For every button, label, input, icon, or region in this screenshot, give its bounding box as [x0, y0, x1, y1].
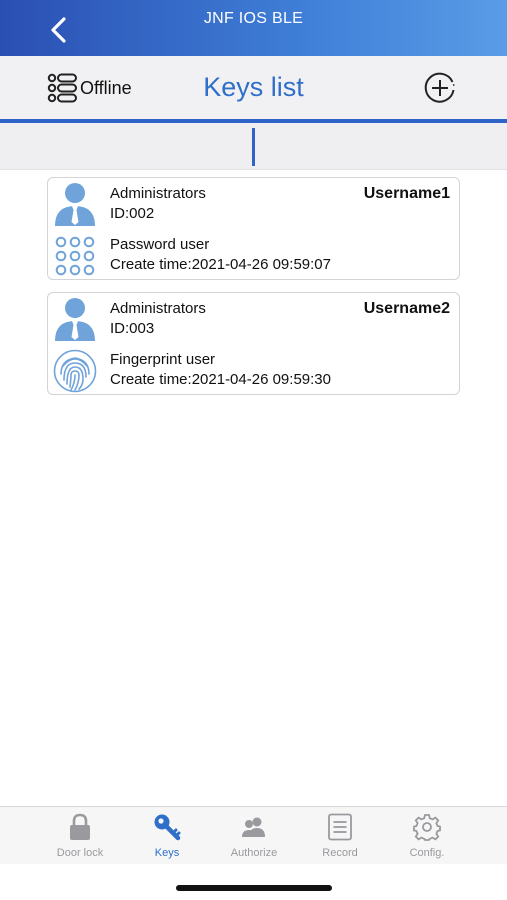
fingerprint-icon	[53, 349, 97, 393]
tab-label: Door lock	[56, 847, 104, 859]
key-create-time: Create time:2021-04-26 09:59:07	[110, 256, 331, 273]
document-icon	[328, 813, 352, 841]
key-card[interactable]: Administrators Username2 ID:003 Fingerpr…	[47, 292, 460, 395]
tab-bar: Door lock Keys Authorize Record Config.	[0, 806, 507, 864]
key-username: Username1	[363, 185, 450, 202]
tab-keys[interactable]: Keys	[127, 813, 207, 863]
key-role: Administrators	[110, 300, 206, 317]
key-id: ID:002	[110, 205, 155, 222]
tab-label: Config.	[409, 847, 445, 859]
user-avatar-icon	[55, 183, 95, 226]
gear-icon	[413, 814, 441, 841]
key-username: Username2	[363, 300, 450, 317]
key-create-time: Create time:2021-04-26 09:59:30	[110, 371, 331, 388]
key-type: Password user	[110, 236, 210, 253]
tab-label: Keys	[154, 847, 180, 859]
add-key-button[interactable]	[423, 71, 457, 105]
tab-label: Authorize	[230, 847, 278, 859]
toolbar: Offline Keys list	[0, 56, 507, 120]
home-indicator	[176, 885, 332, 891]
tab-authorize[interactable]: Authorize	[214, 813, 294, 863]
key-role: Administrators	[110, 185, 206, 202]
tab-record[interactable]: Record	[300, 813, 380, 863]
tab-config[interactable]: Config.	[387, 813, 467, 863]
text-cursor	[252, 128, 255, 166]
key-card[interactable]: Administrators Username1 ID:002 Password…	[47, 177, 460, 280]
search-input[interactable]	[0, 123, 507, 170]
lock-icon	[70, 813, 90, 840]
keypad-icon	[55, 236, 95, 276]
key-id: ID:003	[110, 320, 155, 337]
plus-circle-icon	[424, 72, 455, 103]
key-icon	[154, 814, 181, 841]
key-type: Fingerprint user	[110, 351, 216, 368]
user-avatar-icon	[55, 298, 95, 341]
users-icon	[242, 817, 265, 837]
tab-door-lock[interactable]: Door lock	[40, 813, 120, 863]
app-title: JNF IOS BLE	[203, 10, 304, 27]
navigation-bar: JNF IOS BLE	[0, 0, 507, 56]
tab-label: Record	[322, 847, 358, 859]
keys-list: Administrators Username1 ID:002 Password…	[47, 177, 460, 407]
